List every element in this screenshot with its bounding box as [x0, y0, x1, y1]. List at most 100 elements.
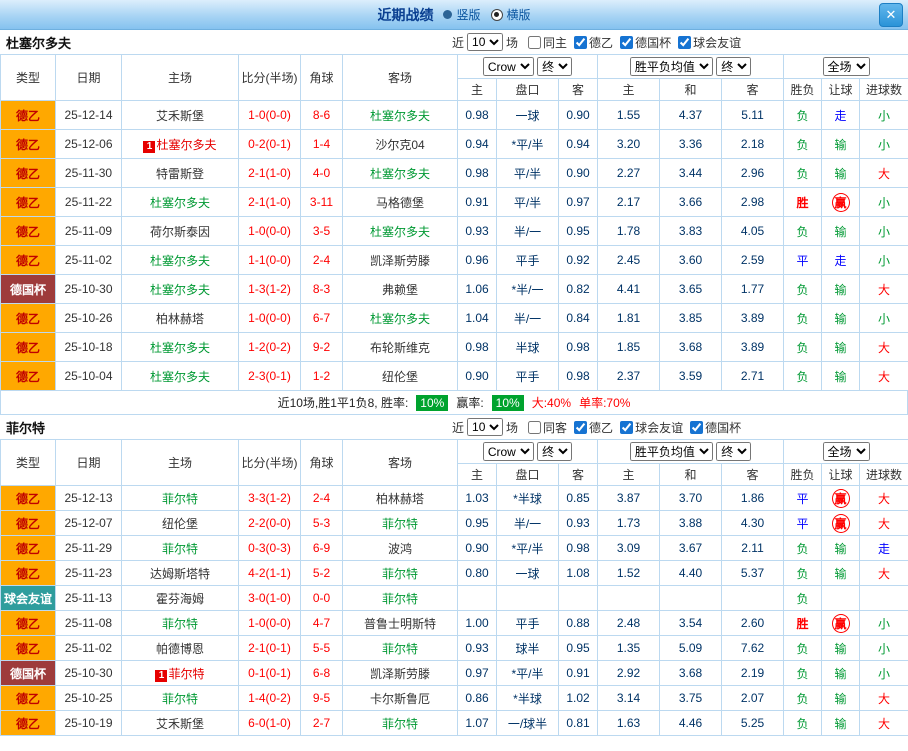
home-team-cell[interactable]: 纽伦堡 — [121, 510, 239, 536]
away-team-cell[interactable]: 菲尔特 — [342, 510, 458, 536]
filter-checkbox[interactable]: 球会友谊 — [620, 419, 683, 436]
checkbox-input[interactable] — [528, 420, 542, 434]
home-team-cell[interactable]: 菲尔特 — [121, 485, 239, 511]
filter-checkbox[interactable]: 德国杯 — [690, 419, 741, 436]
filter-checkbox[interactable]: 球会友谊 — [678, 34, 741, 51]
close-button[interactable]: ✕ — [879, 3, 903, 27]
away-team-cell[interactable]: 菲尔特 — [342, 560, 458, 586]
goals-cell: 小 — [859, 245, 908, 275]
date-cell: 25-10-30 — [55, 274, 122, 304]
home-team-cell[interactable]: 杜塞尔多夫 — [121, 274, 239, 304]
scope-select[interactable]: 全场 — [822, 442, 870, 461]
home-team-cell[interactable]: 达姆斯塔特 — [121, 560, 239, 586]
home-team-cell[interactable]: 艾禾斯堡 — [121, 100, 239, 130]
away-team-cell[interactable]: 马格德堡 — [342, 187, 458, 217]
filter-checkbox[interactable]: 德乙 — [574, 419, 613, 436]
scope-header-cell: 全场 — [783, 54, 908, 79]
score-cell: 0-2(0-1) — [238, 129, 301, 159]
home-team-cell[interactable]: 杜塞尔多夫 — [121, 187, 239, 217]
checkbox-input[interactable] — [574, 420, 588, 434]
odds-away-cell: 0.98 — [557, 535, 599, 561]
away-team-cell[interactable]: 弗赖堡 — [342, 274, 458, 304]
avg-metric-select[interactable]: 胜平负均值 — [629, 442, 713, 461]
home-team-cell[interactable]: 艾禾斯堡 — [121, 710, 239, 736]
checkbox-input[interactable] — [528, 35, 542, 49]
odds-stage-select[interactable]: 终 — [537, 57, 573, 76]
checkbox-input[interactable] — [690, 420, 704, 434]
away-team-cell[interactable]: 菲尔特 — [342, 710, 458, 736]
score-cell: 6-0(1-0) — [238, 710, 301, 736]
home-team-cell[interactable]: 1 菲尔特 — [121, 660, 239, 686]
away-team-cell[interactable]: 杜塞尔多夫 — [342, 303, 458, 333]
handicap-result-cell: 输 — [821, 635, 861, 661]
checkbox-input[interactable] — [620, 35, 634, 49]
away-team-cell[interactable]: 布轮斯维克 — [342, 332, 458, 362]
filter-checkbox[interactable]: 德乙 — [574, 34, 613, 51]
home-team-cell[interactable]: 杜塞尔多夫 — [121, 245, 239, 275]
away-team-cell[interactable]: 杜塞尔多夫 — [342, 216, 458, 246]
filter-checkbox[interactable]: 德国杯 — [620, 34, 671, 51]
away-team-cell[interactable]: 菲尔特 — [342, 585, 458, 611]
away-team-cell[interactable]: 杜塞尔多夫 — [342, 100, 458, 130]
checkbox-input[interactable] — [678, 35, 692, 49]
col-header-home: 主场 — [121, 54, 239, 101]
odds-home-cell: 1.07 — [457, 710, 497, 736]
col-subheader-result: 胜负 — [783, 78, 823, 101]
filter-checkbox[interactable]: 同客 — [528, 419, 567, 436]
layout-radio-vertical[interactable]: 竖版 — [443, 6, 481, 23]
league-cell: 德乙 — [0, 560, 56, 586]
away-team-cell[interactable]: 卡尔斯鲁厄 — [342, 685, 458, 711]
avg-away-cell: 3.89 — [721, 303, 785, 333]
layout-radio-horizontal[interactable]: 横版 — [490, 6, 531, 23]
away-team-cell[interactable]: 纽伦堡 — [342, 361, 458, 391]
home-team-cell[interactable]: 霍芬海姆 — [121, 585, 239, 611]
big-rate-text: 大:40% — [531, 396, 572, 410]
home-team-cell[interactable]: 菲尔特 — [121, 535, 239, 561]
home-team-cell[interactable]: 杜塞尔多夫 — [121, 361, 239, 391]
home-team-cell[interactable]: 杜塞尔多夫 — [121, 332, 239, 362]
avg-draw-cell: 5.09 — [659, 635, 723, 661]
home-team-cell[interactable]: 荷尔斯泰因 — [121, 216, 239, 246]
corners-cell: 1-4 — [300, 129, 343, 159]
corners-cell: 6-9 — [300, 535, 343, 561]
handicap-cell: 平手 — [496, 610, 559, 636]
match-row: 德乙 25-10-26 柏林赫塔 1-0(0-0) 6-7 杜塞尔多夫 1.04 半/一 0.8… — [0, 303, 908, 333]
avg-home-cell: 2.37 — [597, 361, 661, 391]
handicap-result-cell: 输 — [821, 710, 861, 736]
away-team-cell[interactable]: 菲尔特 — [342, 635, 458, 661]
home-team-cell[interactable]: 特雷斯登 — [121, 158, 239, 188]
away-team-cell[interactable]: 凯泽斯劳滕 — [342, 660, 458, 686]
avg-metric-select[interactable]: 胜平负均值 — [629, 57, 713, 76]
odds-stage-select[interactable]: 终 — [537, 442, 573, 461]
away-team-cell[interactable]: 波鸿 — [342, 535, 458, 561]
col-subheader-goals: 进球数 — [859, 463, 908, 486]
odds-away-cell: 0.98 — [557, 332, 599, 362]
odds-company-select[interactable]: Crow — [482, 57, 534, 76]
away-team-cell[interactable]: 普鲁士明斯特 — [342, 610, 458, 636]
odds-home-cell: 1.00 — [457, 610, 497, 636]
checkbox-input[interactable] — [620, 420, 634, 434]
checkbox-label: 同主 — [543, 35, 568, 50]
home-team-cell[interactable]: 菲尔特 — [121, 610, 239, 636]
recent-count-select[interactable]: 10 — [467, 418, 504, 436]
home-team-cell[interactable]: 1 杜塞尔多夫 — [121, 129, 239, 159]
home-team-cell[interactable]: 帕德博恩 — [121, 635, 239, 661]
away-team-cell[interactable]: 沙尔克04 — [342, 129, 458, 159]
checkbox-input[interactable] — [574, 35, 588, 49]
scope-header-cell: 全场 — [783, 439, 908, 464]
odds-away-cell — [557, 585, 599, 611]
recent-count-select[interactable]: 10 — [467, 33, 504, 51]
away-team-cell[interactable]: 柏林赫塔 — [342, 485, 458, 511]
home-team-cell[interactable]: 菲尔特 — [121, 685, 239, 711]
avg-stage-select[interactable]: 终 — [716, 442, 752, 461]
odds-home-cell: 1.06 — [457, 274, 497, 304]
home-team-cell[interactable]: 柏林赫塔 — [121, 303, 239, 333]
scope-select[interactable]: 全场 — [822, 57, 870, 76]
filter-checkbox[interactable]: 同主 — [528, 34, 567, 51]
away-team-cell[interactable]: 凯泽斯劳滕 — [342, 245, 458, 275]
avg-stage-select[interactable]: 终 — [716, 57, 752, 76]
away-team-cell[interactable]: 杜塞尔多夫 — [342, 158, 458, 188]
avg-home-cell: 1.81 — [597, 303, 661, 333]
odds-company-select[interactable]: Crow — [482, 442, 534, 461]
league-cell: 球会友谊 — [0, 585, 56, 611]
